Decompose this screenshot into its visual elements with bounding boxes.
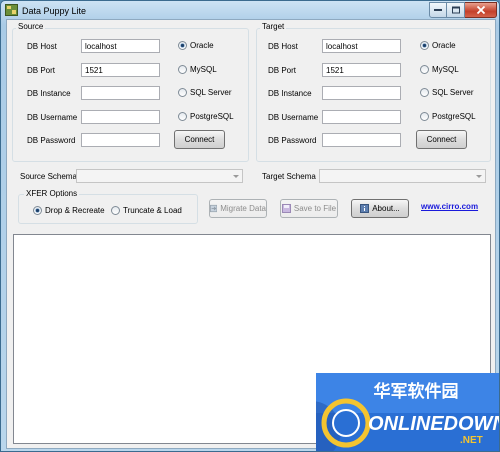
migrate-data-label: Migrate Data bbox=[220, 204, 266, 213]
target-username-label: DB Username bbox=[268, 113, 319, 122]
source-username-input[interactable] bbox=[81, 110, 160, 124]
target-port-label: DB Port bbox=[268, 66, 297, 75]
app-icon bbox=[5, 4, 18, 16]
target-radio-oracle[interactable]: Oracle bbox=[420, 41, 456, 50]
radio-label: Oracle bbox=[190, 41, 214, 50]
target-instance-input[interactable] bbox=[322, 86, 401, 100]
save-to-file-button: Save to File bbox=[280, 199, 338, 218]
svg-text:华军软件园: 华军软件园 bbox=[374, 381, 459, 402]
radio-indicator bbox=[178, 112, 187, 121]
xfer-radio-truncate-load[interactable]: Truncate & Load bbox=[111, 206, 182, 215]
source-group-title: Source bbox=[16, 22, 46, 31]
source-schema-label: Source Schema bbox=[20, 172, 77, 181]
source-host-label: DB Host bbox=[27, 42, 57, 51]
target-radio-postgresql[interactable]: PostgreSQL bbox=[420, 112, 476, 121]
cirro-website-link[interactable]: www.cirro.com bbox=[421, 202, 478, 211]
minimize-icon bbox=[434, 9, 442, 11]
radio-label: Truncate & Load bbox=[123, 206, 182, 215]
source-schema-dropdown[interactable] bbox=[76, 169, 243, 183]
floppy-disk-icon bbox=[281, 204, 291, 213]
target-host-label: DB Host bbox=[268, 42, 298, 51]
svg-text:.NET: .NET bbox=[460, 435, 483, 446]
close-button[interactable] bbox=[465, 2, 497, 18]
maximize-icon bbox=[451, 6, 460, 14]
source-port-input[interactable]: 1521 bbox=[81, 63, 160, 77]
minimize-button[interactable] bbox=[429, 2, 447, 18]
source-connect-button[interactable]: Connect bbox=[174, 130, 225, 149]
source-password-label: DB Password bbox=[27, 136, 76, 145]
radio-label: PostgreSQL bbox=[432, 112, 476, 121]
target-port-input[interactable]: 1521 bbox=[322, 63, 401, 77]
radio-label: MySQL bbox=[432, 65, 459, 74]
chevron-down-icon bbox=[233, 175, 239, 178]
source-instance-input[interactable] bbox=[81, 86, 160, 100]
source-instance-label: DB Instance bbox=[27, 89, 71, 98]
radio-selected-indicator bbox=[420, 41, 429, 50]
source-password-input[interactable] bbox=[81, 133, 160, 147]
radio-indicator bbox=[111, 206, 120, 215]
target-schema-dropdown[interactable] bbox=[319, 169, 486, 183]
source-radio-sqlserver[interactable]: SQL Server bbox=[178, 88, 232, 97]
target-host-input[interactable]: localhost bbox=[322, 39, 401, 53]
radio-label: Oracle bbox=[432, 41, 456, 50]
radio-selected-indicator bbox=[33, 206, 42, 215]
xfer-options-title: XFER Options bbox=[24, 189, 80, 198]
save-to-file-label: Save to File bbox=[293, 204, 337, 213]
app-window: Data Puppy Lite Source DB Host DB Port D… bbox=[0, 0, 500, 452]
target-password-input[interactable] bbox=[322, 133, 401, 147]
radio-indicator bbox=[178, 88, 187, 97]
radio-label: SQL Server bbox=[432, 88, 474, 97]
xfer-radio-drop-recreate[interactable]: Drop & Recreate bbox=[33, 206, 105, 215]
svg-text:ONLINEDOWN: ONLINEDOWN bbox=[368, 413, 500, 435]
title-bar[interactable]: Data Puppy Lite bbox=[1, 1, 499, 21]
close-icon bbox=[476, 6, 485, 14]
target-group-title: Target bbox=[260, 22, 287, 31]
target-schema-label: Target Schema bbox=[262, 172, 316, 181]
source-radio-postgresql[interactable]: PostgreSQL bbox=[178, 112, 234, 121]
radio-indicator bbox=[178, 65, 187, 74]
source-radio-oracle[interactable]: Oracle bbox=[178, 41, 214, 50]
source-username-label: DB Username bbox=[27, 113, 78, 122]
radio-indicator bbox=[420, 65, 429, 74]
chevron-down-icon bbox=[476, 175, 482, 178]
radio-indicator bbox=[420, 112, 429, 121]
source-radio-mysql[interactable]: MySQL bbox=[178, 65, 217, 74]
target-radio-sqlserver[interactable]: SQL Server bbox=[420, 88, 474, 97]
about-button[interactable]: About... bbox=[351, 199, 409, 218]
migrate-data-button: Migrate Data bbox=[209, 199, 267, 218]
target-connect-button[interactable]: Connect bbox=[416, 130, 467, 149]
info-icon bbox=[360, 204, 370, 213]
window-title: Data Puppy Lite bbox=[22, 6, 87, 16]
radio-label: SQL Server bbox=[190, 88, 232, 97]
maximize-button[interactable] bbox=[447, 2, 465, 18]
radio-selected-indicator bbox=[178, 41, 187, 50]
radio-indicator bbox=[420, 88, 429, 97]
about-label: About... bbox=[372, 204, 400, 213]
source-host-input[interactable]: localhost bbox=[81, 39, 160, 53]
radio-label: PostgreSQL bbox=[190, 112, 234, 121]
radio-label: MySQL bbox=[190, 65, 217, 74]
target-radio-mysql[interactable]: MySQL bbox=[420, 65, 459, 74]
migrate-icon bbox=[210, 204, 218, 213]
target-username-input[interactable] bbox=[322, 110, 401, 124]
target-password-label: DB Password bbox=[268, 136, 317, 145]
radio-label: Drop & Recreate bbox=[45, 206, 105, 215]
source-port-label: DB Port bbox=[27, 66, 56, 75]
watermark-logo: 华军软件园 ONLINEDOWN .NET bbox=[281, 373, 500, 451]
target-instance-label: DB Instance bbox=[268, 89, 312, 98]
